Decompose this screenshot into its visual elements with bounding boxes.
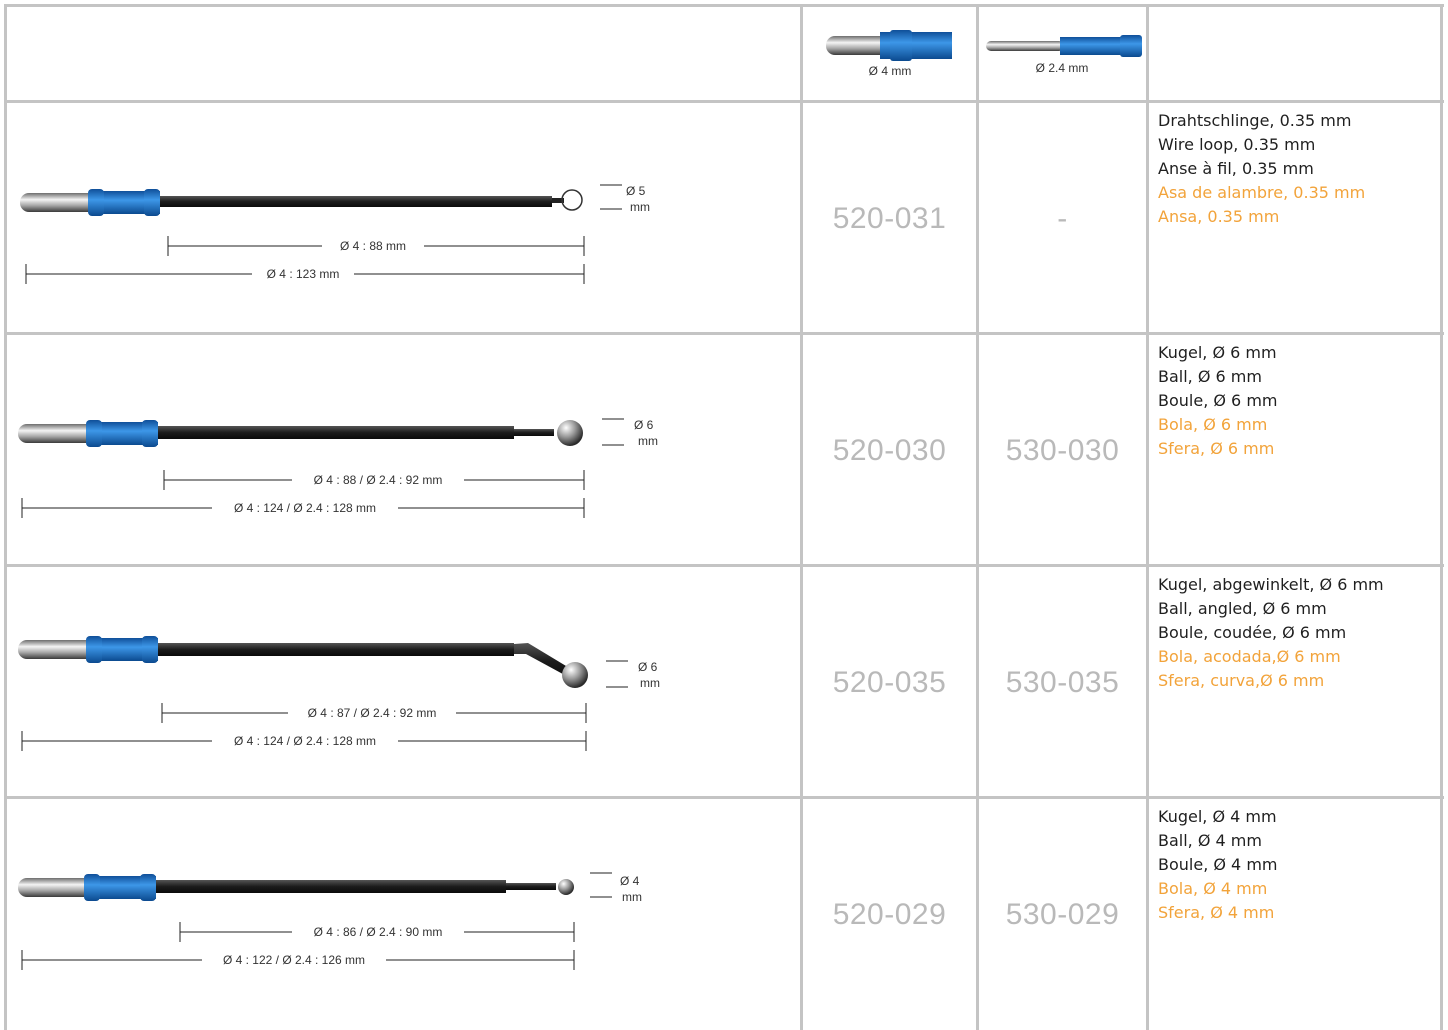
article-code-2.4mm: 530-035 [1005, 666, 1120, 699]
description-italian: Sfera, Ø 4 mm [1158, 903, 1275, 922]
shaft-length-dimension: Ø 4 : 86 / Ø 2.4 : 90 mm [313, 925, 443, 939]
article-code-4mm: 520-030 [832, 434, 947, 467]
description-italian: Sfera, curva,Ø 6 mm [1158, 671, 1325, 690]
total-length-dimension: Ø 4 : 124 / Ø 2.4 : 128 mm [233, 501, 377, 515]
description-english: Ball, Ø 4 mm [1158, 831, 1262, 850]
description-french: Anse à fil, 0.35 mm [1158, 159, 1314, 178]
description-french: Boule, coudée, Ø 6 mm [1158, 623, 1347, 642]
description-spanish: Bola, Ø 4 mm [1158, 879, 1268, 898]
article-code-2.4mm: 530-029 [1005, 898, 1120, 931]
connector-2.4mm-label: Ø 2.4 mm [1035, 61, 1089, 75]
description-italian: Sfera, Ø 6 mm [1158, 439, 1275, 458]
description-spanish: Bola, Ø 6 mm [1158, 415, 1268, 434]
tip-diameter-unit: mm [630, 200, 650, 214]
description-german: Kugel, Ø 6 mm [1158, 343, 1277, 362]
shaft-length-dimension: Ø 4 : 87 / Ø 2.4 : 92 mm [307, 706, 437, 720]
description-english: Ball, Ø 6 mm [1158, 367, 1262, 386]
description-french: Boule, Ø 4 mm [1158, 855, 1278, 874]
description-english: Ball, angled, Ø 6 mm [1158, 599, 1327, 618]
connector-2.4mm-image [986, 35, 1142, 57]
product-description: Drahtschlinge, 0.35 mm Wire loop, 0.35 m… [1158, 109, 1365, 229]
article-code-2.4mm: - [1057, 202, 1068, 235]
product-description: Kugel, Ø 6 mm Ball, Ø 6 mm Boule, Ø 6 mm… [1158, 341, 1277, 461]
tip-diameter-value: Ø 4 [620, 874, 640, 888]
tip-diameter-value: Ø 6 [634, 418, 654, 432]
total-length-dimension: Ø 4 : 123 mm [266, 267, 340, 281]
description-english: Wire loop, 0.35 mm [1158, 135, 1316, 154]
article-code-2.4mm: 530-030 [1005, 434, 1120, 467]
description-spanish: Asa de alambre, 0.35 mm [1158, 183, 1366, 202]
tip-diameter-unit: mm [622, 890, 642, 904]
article-code-4mm: 520-029 [832, 898, 947, 931]
connector-4mm-image [826, 30, 952, 61]
total-length-dimension: Ø 4 : 122 / Ø 2.4 : 126 mm [222, 953, 366, 967]
description-german: Drahtschlinge, 0.35 mm [1158, 111, 1352, 130]
description-spanish: Bola, acodada,Ø 6 mm [1158, 647, 1341, 666]
description-french: Boule, Ø 6 mm [1158, 391, 1278, 410]
description-german: Kugel, Ø 4 mm [1158, 807, 1277, 826]
description-german: Kugel, abgewinkelt, Ø 6 mm [1158, 575, 1384, 594]
total-length-dimension: Ø 4 : 124 / Ø 2.4 : 128 mm [233, 734, 377, 748]
tip-diameter-unit: mm [640, 676, 660, 690]
product-description: Kugel, Ø 4 mm Ball, Ø 4 mm Boule, Ø 4 mm… [1158, 805, 1277, 925]
tip-diameter-value: Ø 6 [638, 660, 658, 674]
shaft-length-dimension: Ø 4 : 88 / Ø 2.4 : 92 mm [313, 473, 443, 487]
article-code-4mm: 520-035 [832, 666, 947, 699]
tip-diameter-unit: mm [638, 434, 658, 448]
shaft-length-dimension: Ø 4 : 88 mm [339, 239, 407, 253]
connector-4mm-label: Ø 4 mm [868, 64, 912, 78]
description-italian: Ansa, 0.35 mm [1158, 207, 1280, 226]
tip-diameter-value: Ø 5 [626, 184, 646, 198]
product-description: Kugel, abgewinkelt, Ø 6 mm Ball, angled,… [1158, 573, 1384, 693]
article-code-4mm: 520-031 [832, 202, 947, 235]
